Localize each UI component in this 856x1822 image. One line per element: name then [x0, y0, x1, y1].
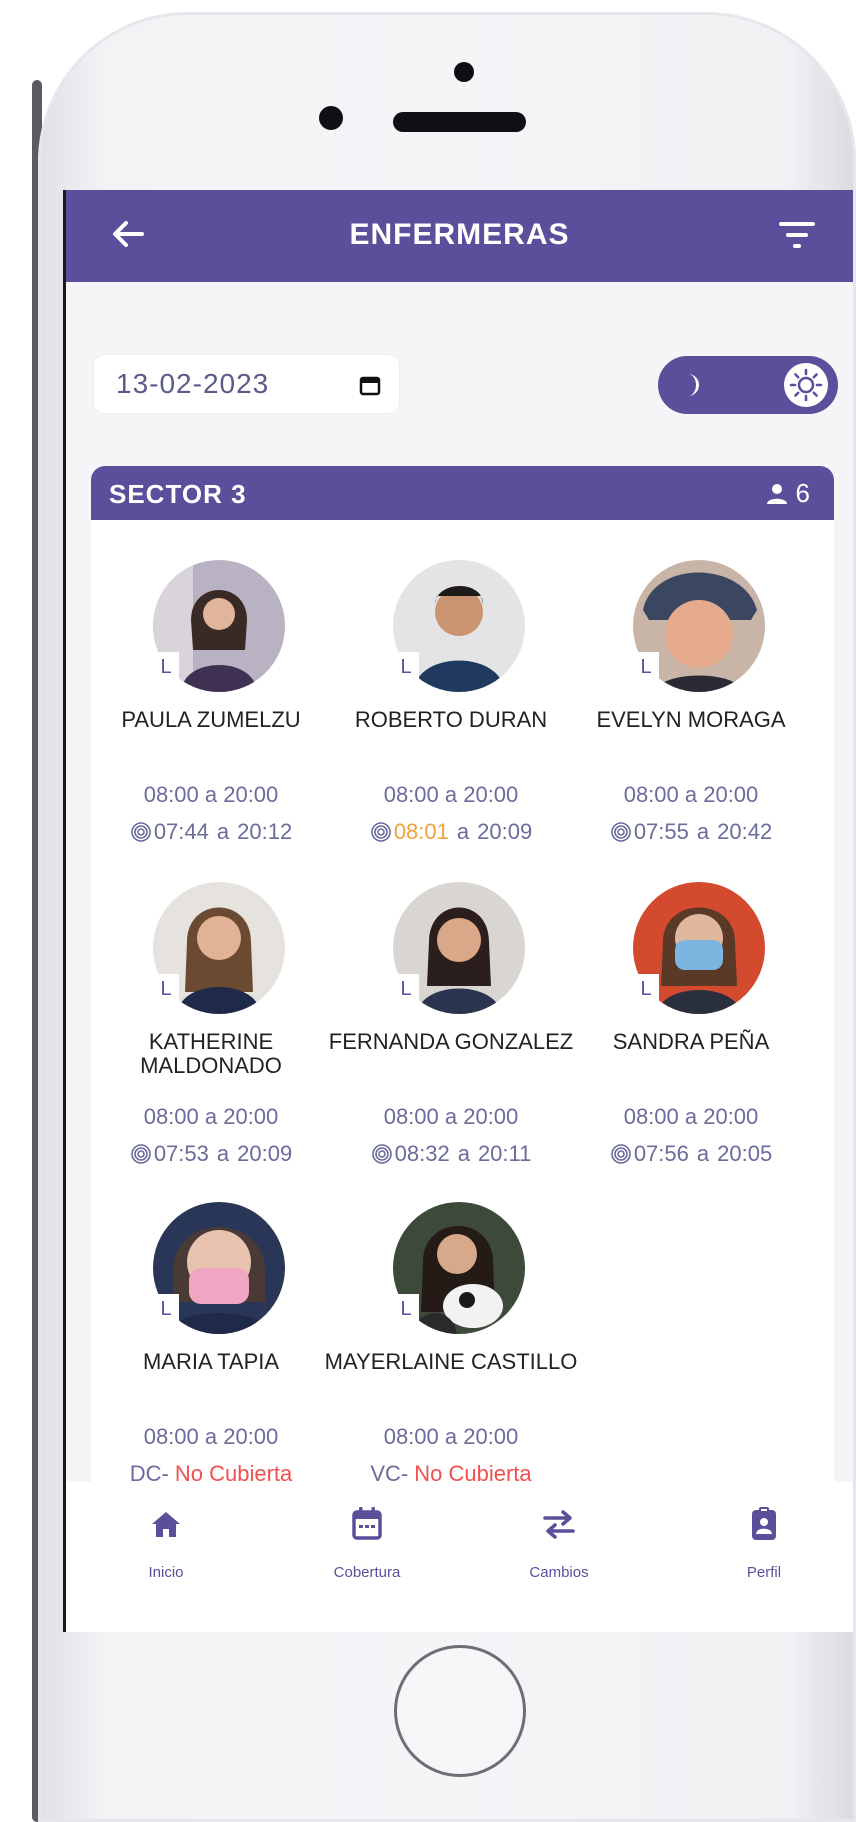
attendance-row: 08:01 a 20:09	[331, 819, 571, 845]
nurse-name: MAYERLAINE CASTILLO	[324, 1349, 578, 1374]
fingerprint-icon	[131, 822, 151, 842]
nurse-card[interactable]: L ROBERTO DURAN 08:00 a 20:00 08:01 a 20…	[331, 560, 571, 860]
scheduled-hours: 08:00 a 20:00	[143, 1104, 279, 1129]
scheduled-hours: 08:00 a 20:00	[383, 1424, 519, 1449]
shift-badge: L	[153, 1294, 179, 1324]
check-out-time: 20:42	[717, 819, 773, 844]
sector-title: SECTOR 3	[109, 479, 247, 509]
check-out-time: 20:11	[477, 1141, 532, 1166]
phone-sensor-dot	[454, 62, 474, 82]
nurse-name: SANDRA PEÑA	[612, 1029, 770, 1054]
nurse-card[interactable]: L SANDRA PEÑA 08:00 a 20:00 07:56 a 20:0…	[571, 882, 811, 1182]
calendar-icon[interactable]	[359, 374, 381, 396]
nurse-name: ROBERTO DURAN	[354, 707, 548, 732]
nurse-card[interactable]: L MARIA TAPIA 08:00 a 20:00 DC- No Cubie…	[91, 1202, 331, 1502]
check-out-time: 20:05	[717, 1141, 773, 1166]
staff-count-value: 6	[795, 478, 810, 508]
attendance-row: 07:44 a 20:12	[91, 819, 331, 845]
shift-badge: L	[153, 652, 179, 682]
calendar-icon	[352, 1507, 382, 1540]
nav-item-perfil[interactable]: Perfil	[684, 1504, 844, 1581]
nav-label: Cambios	[529, 1564, 589, 1581]
phone-home-button[interactable]	[394, 1645, 526, 1777]
scheduled-hours: 08:00 a 20:00	[143, 782, 279, 807]
check-out-time: 20:12	[237, 819, 293, 844]
fingerprint-icon	[131, 1144, 151, 1164]
fingerprint-icon	[371, 822, 391, 842]
nurse-name: KATHERINE MALDONADO	[140, 1029, 282, 1078]
shift-badge: L	[393, 974, 419, 1004]
nurse-card[interactable]: L FERNANDA GONZALEZ 08:00 a 20:00 08:32 …	[329, 882, 573, 1182]
person-icon	[766, 483, 787, 504]
time-separator: a	[457, 1141, 470, 1166]
nav-item-cobertura[interactable]: Cobertura	[287, 1504, 447, 1581]
nurse-card[interactable]: L PAULA ZUMELZU 08:00 a 20:00 07:44 a 20…	[91, 560, 331, 860]
home-icon	[152, 1512, 180, 1537]
sun-icon	[789, 368, 823, 402]
nurse-name: FERNANDA GONZALEZ	[328, 1029, 574, 1054]
sector-header: SECTOR 3 6	[91, 466, 834, 520]
phone-camera	[319, 106, 343, 130]
top-app-bar: ENFERMERAS	[66, 190, 853, 282]
shift-badge: L	[633, 974, 659, 1004]
check-in-time: 07:55	[633, 819, 689, 844]
nurse-card[interactable]: L KATHERINE MALDONADO 08:00 a 20:00 07:5…	[91, 882, 331, 1182]
bottom-navigation: Inicio Cobertura Cambios Perfil	[66, 1482, 853, 1632]
clipboard-profile-icon	[752, 1507, 776, 1540]
staff-count: 6	[766, 478, 810, 509]
time-separator: a	[696, 819, 710, 844]
check-in-time: 08:32	[394, 1141, 450, 1166]
phone-speaker	[393, 112, 526, 132]
scheduled-hours: 08:00 a 20:00	[143, 1424, 279, 1449]
toggle-knob[interactable]	[784, 363, 828, 407]
attendance-row: 07:53 a 20:09	[91, 1141, 331, 1167]
check-in-time: 07:56	[633, 1141, 689, 1166]
filter-icon[interactable]	[777, 218, 817, 252]
nurse-card[interactable]: L MAYERLAINE CASTILLO 08:00 a 20:00 VC- …	[325, 1202, 577, 1502]
attendance-row: 07:55 a 20:42	[571, 819, 811, 845]
shift-badge: L	[633, 652, 659, 682]
scheduled-hours: 08:00 a 20:00	[623, 782, 759, 807]
scheduled-hours: 08:00 a 20:00	[383, 782, 519, 807]
page-title: ENFERMERAS	[349, 218, 570, 251]
sector-card: SECTOR 3 6 L PAULA ZUMELZU 08:00 a 20:00	[91, 466, 834, 1632]
check-in-time: 08:01	[393, 819, 449, 844]
scheduled-hours: 08:00 a 20:00	[623, 1104, 759, 1129]
time-separator: a	[456, 819, 470, 844]
moon-icon	[688, 374, 699, 396]
attendance-row: 08:32 a 20:11	[331, 1141, 571, 1167]
shift-badge: L	[153, 974, 179, 1004]
swap-arrows-icon	[543, 1510, 575, 1539]
date-value: 13-02-2023	[116, 368, 270, 399]
time-separator: a	[216, 1141, 230, 1166]
date-picker-field[interactable]: 13-02-2023	[94, 355, 399, 413]
nurse-name: EVELYN MORAGA	[596, 707, 786, 732]
shift-badge: L	[393, 1294, 419, 1324]
check-in-time: 07:44	[153, 819, 209, 844]
fingerprint-icon	[611, 822, 631, 842]
nav-label: Inicio	[148, 1564, 184, 1581]
nav-item-inicio[interactable]: Inicio	[86, 1504, 246, 1581]
nurse-card[interactable]: L EVELYN MORAGA 08:00 a 20:00 07:55 a 20…	[571, 560, 811, 860]
time-separator: a	[216, 819, 230, 844]
fingerprint-icon	[371, 1144, 392, 1164]
app-screen: ENFERMERAS 13-02-2023 SECTOR 3 6 L PAULA…	[63, 190, 853, 1632]
nurse-name: MARIA TAPIA	[142, 1349, 280, 1374]
scheduled-hours: 08:00 a 20:00	[383, 1104, 519, 1129]
attendance-row: 07:56 a 20:05	[571, 1141, 811, 1167]
shift-badge: L	[393, 652, 419, 682]
nav-label: Perfil	[746, 1564, 782, 1581]
fingerprint-icon	[611, 1144, 631, 1164]
check-in-time: 07:53	[153, 1141, 209, 1166]
nav-label: Cobertura	[333, 1564, 401, 1581]
nurse-name: PAULA ZUMELZU	[121, 707, 301, 732]
check-out-time: 20:09	[237, 1141, 293, 1166]
nav-item-cambios[interactable]: Cambios	[479, 1504, 639, 1581]
time-separator: a	[696, 1141, 710, 1166]
theme-toggle[interactable]	[658, 356, 838, 414]
check-out-time: 20:09	[477, 819, 533, 844]
